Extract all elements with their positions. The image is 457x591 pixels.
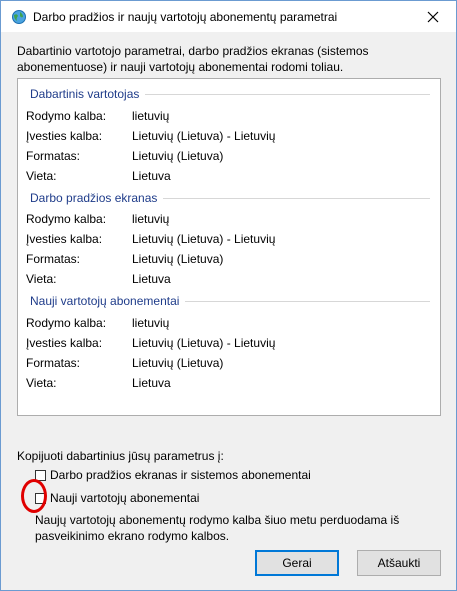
row-label: Formatas: xyxy=(26,356,81,370)
intro-text: Dabartinio vartotojo parametrai, darbo p… xyxy=(17,44,369,74)
row-value: lietuvių xyxy=(132,212,170,226)
row-label: Formatas: xyxy=(26,252,81,266)
row-value: lietuvių xyxy=(132,316,170,330)
row-label: Rodymo kalba: xyxy=(26,212,107,226)
row-value: Lietuva xyxy=(132,272,171,286)
row-value: Lietuva xyxy=(132,376,171,390)
row-value: Lietuvių (Lietuva) - Lietuvių xyxy=(132,336,276,350)
copy-new-users-checkbox-row[interactable]: Nauji vartotojų abonementai xyxy=(35,491,199,505)
title-bar: Darbo pradžios ir naujų vartotojų abonem… xyxy=(1,1,456,32)
section-welcome-screen-heading: Darbo pradžios ekranas xyxy=(30,191,430,205)
row-value: Lietuvių (Lietuva) - Lietuvių xyxy=(132,232,276,246)
ok-button[interactable]: Gerai xyxy=(255,550,339,576)
close-button[interactable] xyxy=(410,1,456,32)
copy-welcome-checkbox[interactable] xyxy=(35,469,46,481)
row-label: Vieta: xyxy=(26,272,57,286)
row-value: Lietuvių (Lietuva) xyxy=(132,252,224,266)
section-title: Nauji vartotojų abonementai xyxy=(30,294,180,308)
window-title: Darbo pradžios ir naujų vartotojų abonem… xyxy=(33,10,338,24)
row-label: Vieta: xyxy=(26,376,57,390)
close-icon xyxy=(427,11,439,22)
row-label: Formatas: xyxy=(26,149,81,163)
section-title: Dabartinis vartotojas xyxy=(30,87,140,101)
copy-new-users-checkbox-label[interactable]: Nauji vartotojų abonementai xyxy=(50,491,199,505)
row-label: Įvesties kalba: xyxy=(26,336,103,350)
dialog-window: Darbo pradžios ir naujų vartotojų abonem… xyxy=(0,0,457,591)
copy-new-users-checkbox[interactable] xyxy=(35,492,46,504)
row-value: Lietuva xyxy=(132,169,171,183)
copy-welcome-checkbox-label[interactable]: Darbo pradžios ekranas ir sistemos abone… xyxy=(50,468,311,482)
cancel-button[interactable]: Atšaukti xyxy=(357,550,441,576)
row-label: Rodymo kalba: xyxy=(26,316,107,330)
row-label: Įvesties kalba: xyxy=(26,232,103,246)
info-note: Naujų vartotojų abonementų rodymo kalba … xyxy=(35,513,400,543)
row-value: Lietuvių (Lietuva) xyxy=(132,356,224,370)
copy-welcome-checkbox-row[interactable]: Darbo pradžios ekranas ir sistemos abone… xyxy=(35,468,311,482)
section-current-user-heading: Dabartinis vartotojas xyxy=(30,87,430,101)
section-new-users-heading: Nauji vartotojų abonementai xyxy=(30,294,430,308)
section-title: Darbo pradžios ekranas xyxy=(30,191,158,205)
row-value: Lietuvių (Lietuva) - Lietuvių xyxy=(132,129,276,143)
row-value: Lietuvių (Lietuva) xyxy=(132,149,224,163)
settings-panel: Dabartinis vartotojas Rodymo kalba: liet… xyxy=(17,78,441,416)
copy-settings-label: Kopijuoti dabartinius jūsų parametrus į: xyxy=(17,449,224,463)
row-value: lietuvių xyxy=(132,109,170,123)
globe-icon xyxy=(11,9,27,25)
row-label: Įvesties kalba: xyxy=(26,129,103,143)
row-label: Vieta: xyxy=(26,169,57,183)
row-label: Rodymo kalba: xyxy=(26,109,107,123)
